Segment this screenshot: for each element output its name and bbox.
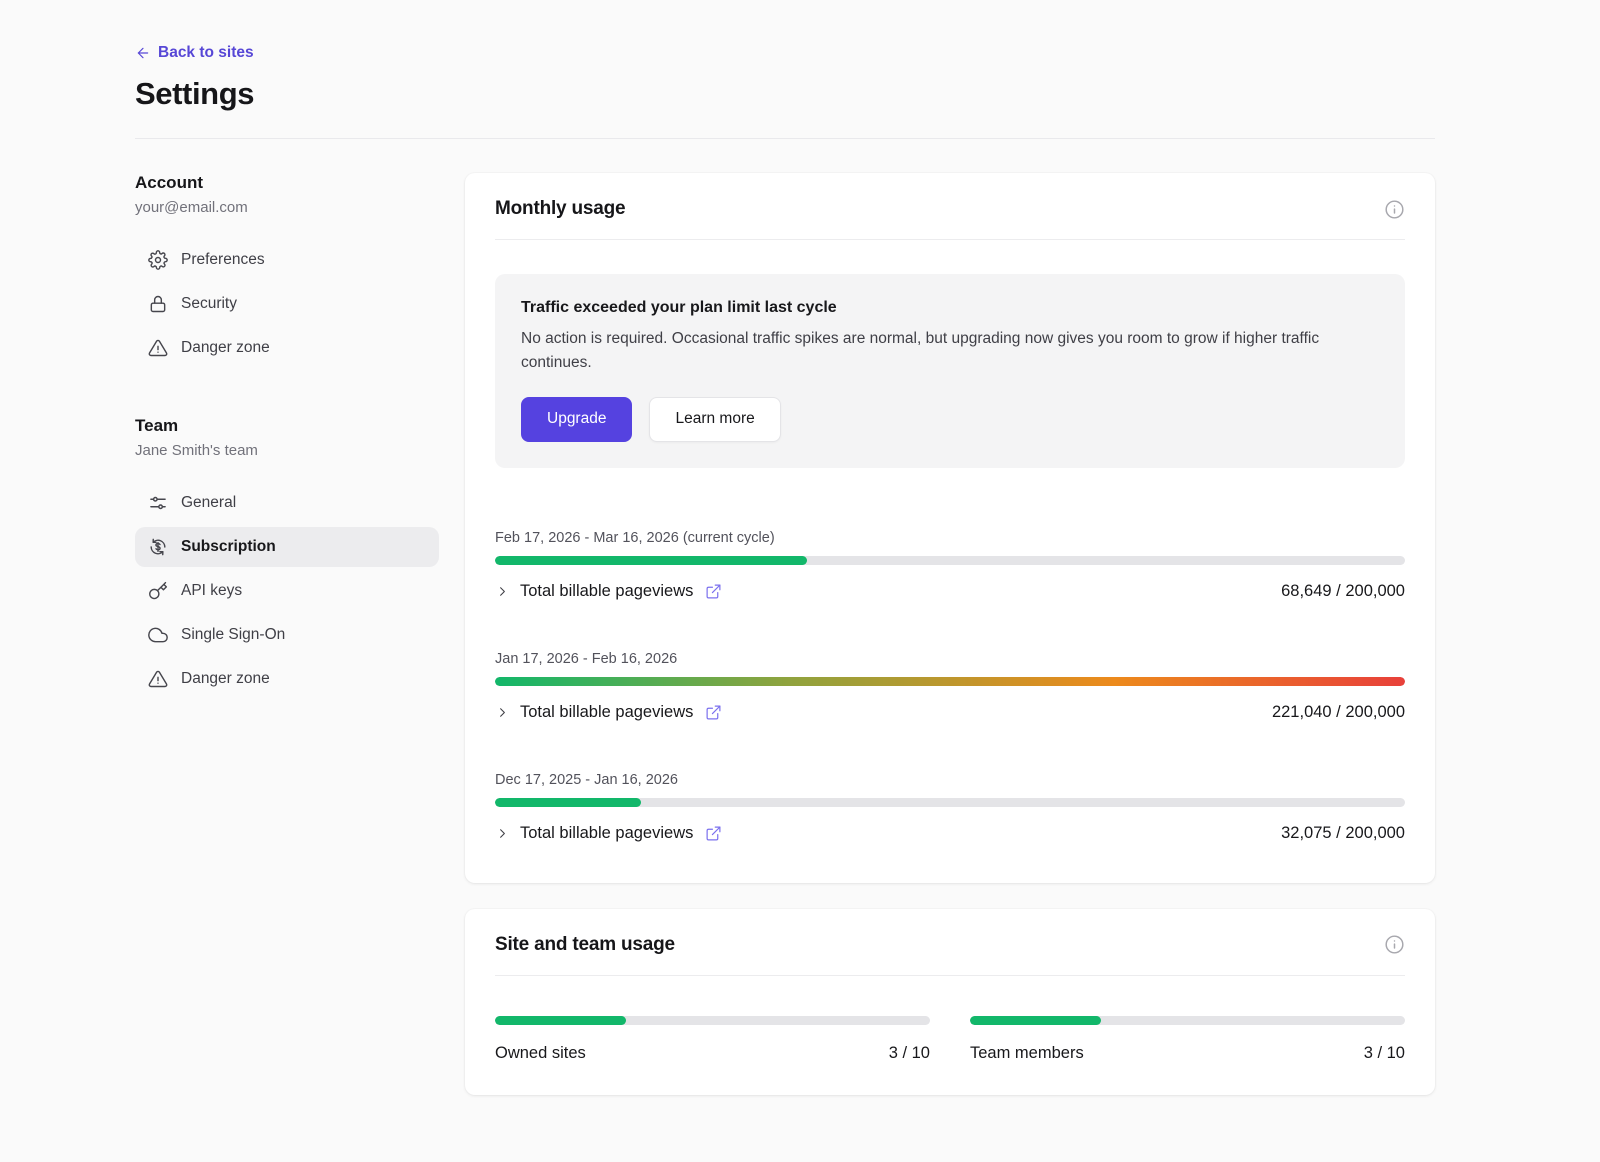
sidebar-item-subscription[interactable]: Subscription <box>135 527 439 567</box>
usage-value: 221,040 / 200,000 <box>1272 703 1405 722</box>
sidebar-item-single-sign-on[interactable]: Single Sign-On <box>135 615 439 655</box>
settings-page: Back to sites Settings Account your@emai… <box>0 0 1600 1095</box>
chevron-right-icon <box>495 584 510 599</box>
site-team-stats: Owned sites 3 / 10 Team members 3 / 10 <box>465 976 1435 1095</box>
sidebar-item-preferences[interactable]: Preferences <box>135 240 439 280</box>
site-team-usage-title: Site and team usage <box>495 934 675 956</box>
page-title: Settings <box>135 76 1435 112</box>
sidebar-item-label: API keys <box>181 582 242 600</box>
back-link-label: Back to sites <box>158 44 254 62</box>
alert-body: No action is required. Occasional traffi… <box>521 327 1379 375</box>
external-link-icon[interactable] <box>705 704 722 721</box>
usage-value: 68,649 / 200,000 <box>1281 582 1405 601</box>
arrow-left-icon <box>135 45 151 61</box>
stat-value: 3 / 10 <box>1364 1044 1405 1063</box>
traffic-exceeded-alert: Traffic exceeded your plan limit last cy… <box>495 274 1405 468</box>
external-link-icon[interactable] <box>705 825 722 842</box>
owned-sites-stat: Owned sites 3 / 10 <box>495 1006 930 1063</box>
usage-progress-fill <box>495 798 641 807</box>
alert-title: Traffic exceeded your plan limit last cy… <box>521 299 1379 317</box>
monthly-usage-title: Monthly usage <box>495 198 625 220</box>
monthly-usage-card: Monthly usage Traffic exceeded your plan… <box>465 173 1435 883</box>
settings-sidebar: Account your@email.com Preferences Secur… <box>135 173 465 699</box>
sidebar-item-danger-zone-account[interactable]: Danger zone <box>135 328 439 368</box>
team-name: Jane Smith's team <box>135 442 439 459</box>
sidebar-item-label: General <box>181 494 236 512</box>
warning-triangle-icon <box>148 669 168 689</box>
billing-cycles: Feb 17, 2026 - Mar 16, 2026 (current cyc… <box>495 530 1405 843</box>
metric-expand-row[interactable]: Total billable pageviews <box>495 582 722 601</box>
external-link-icon[interactable] <box>705 583 722 600</box>
cycle-period: Feb 17, 2026 - Mar 16, 2026 (current cyc… <box>495 530 1405 546</box>
back-to-sites-link[interactable]: Back to sites <box>135 44 254 62</box>
settings-content: Monthly usage Traffic exceeded your plan… <box>465 173 1435 1095</box>
account-section: Account your@email.com Preferences Secur… <box>135 173 439 368</box>
stat-label: Owned sites <box>495 1044 586 1063</box>
sidebar-item-label: Single Sign-On <box>181 626 285 644</box>
usage-cycle-older: Dec 17, 2025 - Jan 16, 2026 Total billab… <box>495 772 1405 843</box>
usage-cycle-previous: Jan 17, 2026 - Feb 16, 2026 Total billab… <box>495 651 1405 722</box>
learn-more-button[interactable]: Learn more <box>649 397 780 442</box>
chevron-right-icon <box>495 705 510 720</box>
metric-label: Total billable pageviews <box>520 582 693 601</box>
usage-progress-bar <box>495 1016 930 1025</box>
cycle-period: Jan 17, 2026 - Feb 16, 2026 <box>495 651 1405 667</box>
info-icon[interactable] <box>1384 934 1405 955</box>
usage-value: 32,075 / 200,000 <box>1281 824 1405 843</box>
stat-value: 3 / 10 <box>889 1044 930 1063</box>
team-nav: General Subscription API keys <box>135 483 439 699</box>
dollar-refresh-icon <box>148 537 168 557</box>
usage-progress-fill <box>495 1016 626 1025</box>
chevron-right-icon <box>495 826 510 841</box>
upgrade-button[interactable]: Upgrade <box>521 397 632 442</box>
warning-triangle-icon <box>148 338 168 358</box>
usage-progress-fill <box>970 1016 1101 1025</box>
site-team-usage-card: Site and team usage Owned sites 3 / 10 <box>465 909 1435 1095</box>
usage-progress-bar <box>495 556 1405 565</box>
metric-label: Total billable pageviews <box>520 703 693 722</box>
key-icon <box>148 581 168 601</box>
account-heading: Account <box>135 173 439 193</box>
sliders-icon <box>148 493 168 513</box>
team-heading: Team <box>135 416 439 436</box>
lock-icon <box>148 294 168 314</box>
metric-expand-row[interactable]: Total billable pageviews <box>495 824 722 843</box>
sidebar-item-danger-zone-team[interactable]: Danger zone <box>135 659 439 699</box>
usage-progress-fill <box>495 556 807 565</box>
account-email: your@email.com <box>135 199 439 216</box>
usage-progress-bar <box>495 677 1405 686</box>
sidebar-item-label: Preferences <box>181 251 265 269</box>
sidebar-item-label: Danger zone <box>181 339 270 357</box>
usage-progress-fill-overlimit <box>495 677 1405 686</box>
team-section: Team Jane Smith's team General Subscript… <box>135 416 439 699</box>
metric-expand-row[interactable]: Total billable pageviews <box>495 703 722 722</box>
usage-progress-bar <box>970 1016 1405 1025</box>
sidebar-item-label: Security <box>181 295 237 313</box>
team-members-stat: Team members 3 / 10 <box>970 1006 1405 1063</box>
sidebar-item-api-keys[interactable]: API keys <box>135 571 439 611</box>
account-nav: Preferences Security Danger zone <box>135 240 439 368</box>
header-divider <box>135 138 1435 139</box>
sidebar-item-label: Subscription <box>181 538 276 556</box>
stat-label: Team members <box>970 1044 1084 1063</box>
metric-label: Total billable pageviews <box>520 824 693 843</box>
sidebar-item-security[interactable]: Security <box>135 284 439 324</box>
cloud-icon <box>148 625 168 645</box>
usage-cycle-current: Feb 17, 2026 - Mar 16, 2026 (current cyc… <box>495 530 1405 601</box>
usage-progress-bar <box>495 798 1405 807</box>
gear-icon <box>148 250 168 270</box>
cycle-period: Dec 17, 2025 - Jan 16, 2026 <box>495 772 1405 788</box>
sidebar-item-label: Danger zone <box>181 670 270 688</box>
sidebar-item-general[interactable]: General <box>135 483 439 523</box>
info-icon[interactable] <box>1384 199 1405 220</box>
